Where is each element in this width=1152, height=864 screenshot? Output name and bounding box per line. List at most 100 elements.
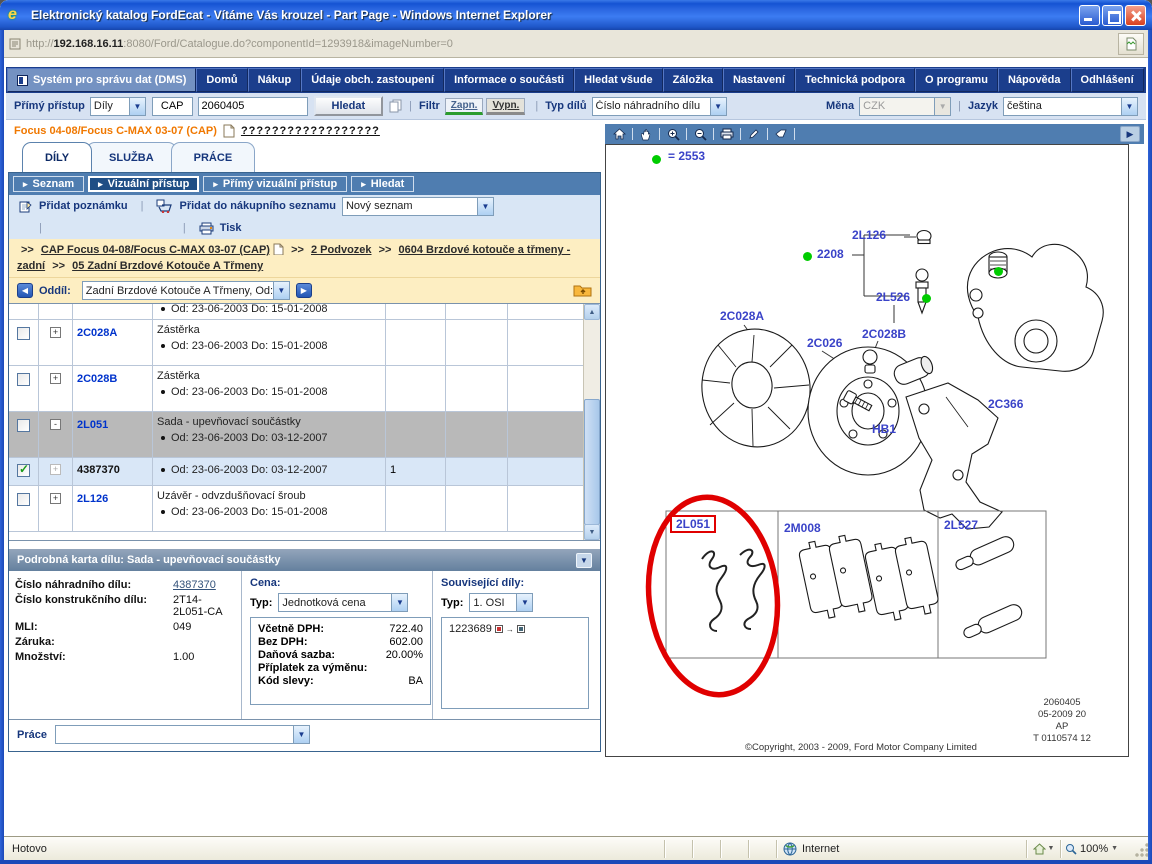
table-row-2c028a[interactable]: + 2C028A ZástěrkaOd: 23-06-2003 Do: 15-0… bbox=[9, 320, 583, 366]
document-icon[interactable] bbox=[273, 243, 284, 255]
expand-toggle[interactable]: + bbox=[50, 373, 61, 384]
row-checkbox[interactable] bbox=[17, 373, 30, 386]
table-row-2c028b[interactable]: + 2C028B ZástěrkaOd: 23-06-2003 Do: 15-0… bbox=[9, 366, 583, 412]
shopping-list-select[interactable]: Nový seznam▼ bbox=[342, 197, 494, 216]
diagram-label-2c028b[interactable]: 2C028B bbox=[862, 327, 906, 341]
menu-part-info[interactable]: Informace o součásti bbox=[444, 68, 574, 92]
breadcrumb-vehicle-link[interactable]: CAP Focus 04-08/Focus C-MAX 03-07 (CAP) bbox=[41, 244, 270, 256]
next-section-button[interactable]: ▶ bbox=[296, 283, 312, 298]
previous-section-button[interactable]: ◀ bbox=[17, 283, 33, 298]
breadcrumb-chassis-link[interactable]: 2 Podvozek bbox=[311, 244, 372, 256]
document-icon[interactable] bbox=[223, 124, 235, 138]
filter-off-button[interactable]: Vypn. bbox=[486, 98, 525, 115]
print-icon[interactable] bbox=[717, 126, 737, 142]
table-row-2l051-selected[interactable]: - 2L051 Sada - upevňovací součástkyOd: 2… bbox=[9, 412, 583, 458]
table-scrollbar[interactable]: ▲ ▼ bbox=[583, 304, 600, 540]
table-row-2l126[interactable]: + 2L126 Uzávěr - odvzdušňovací šroubOd: … bbox=[9, 486, 583, 532]
diagram-label-hb1[interactable]: HB1 bbox=[872, 422, 896, 436]
box-label-2l051-highlighted[interactable]: 2L051 bbox=[670, 515, 716, 533]
row-checkbox-checked[interactable] bbox=[17, 464, 30, 477]
diagram-label-2l526[interactable]: 2L526 bbox=[876, 290, 910, 304]
tab-sluzba[interactable]: SLUŽBA bbox=[86, 142, 177, 172]
tab-dily[interactable]: DÍLY bbox=[22, 142, 92, 172]
part-number-link[interactable]: 4387370 bbox=[173, 579, 216, 591]
detail-card-title: Podrobná karta dílu: Sada - upevňovací s… bbox=[17, 554, 280, 566]
subnav-seznam[interactable]: Seznam bbox=[13, 176, 84, 192]
filter-on-button[interactable]: Zapn. bbox=[445, 98, 484, 115]
add-to-shopping-list-link[interactable]: Přidat do nákupního seznamu bbox=[179, 200, 335, 212]
menu-logout[interactable]: Odhlášení bbox=[1071, 68, 1144, 92]
collapse-detail-button[interactable]: ▼ bbox=[576, 553, 592, 568]
menu-purchase[interactable]: Nákup bbox=[248, 68, 302, 92]
diagram-label-2c026[interactable]: 2C026 bbox=[807, 336, 842, 350]
copy-icon[interactable] bbox=[389, 99, 402, 113]
price-type-select[interactable]: Jednotková cena▼ bbox=[278, 593, 408, 612]
language-select[interactable]: čeština▼ bbox=[1003, 97, 1138, 116]
part-code-link[interactable]: 2C028B bbox=[77, 373, 117, 385]
collapse-toggle[interactable]: - bbox=[50, 419, 61, 430]
diagram-label-2208[interactable]: 2208 bbox=[817, 247, 844, 261]
home-icon[interactable] bbox=[609, 126, 629, 142]
zoom-out-icon[interactable] bbox=[690, 126, 710, 142]
breadcrumb-section-link[interactable]: 05 Zadní Brzdové Kotouče A Třmeny bbox=[72, 260, 263, 272]
zoom-in-icon[interactable] bbox=[663, 126, 683, 142]
subnav-primy-vizualni-pristup[interactable]: Přímý vizuální přístup bbox=[203, 176, 347, 192]
folder-up-icon[interactable] bbox=[573, 282, 592, 300]
menu-help[interactable]: Nápověda bbox=[998, 68, 1071, 92]
close-button[interactable] bbox=[1125, 5, 1146, 26]
print-link[interactable]: Tisk bbox=[220, 222, 242, 234]
diagram-label-2c366[interactable]: 2C366 bbox=[988, 397, 1023, 411]
menu-home[interactable]: Domů bbox=[196, 68, 247, 92]
eraser-icon[interactable] bbox=[771, 126, 791, 142]
diagram-label-2l126[interactable]: 2L126 bbox=[852, 228, 886, 242]
refresh-page-button[interactable] bbox=[1118, 33, 1144, 55]
part-code-input[interactable] bbox=[198, 97, 308, 116]
subnav-hledat[interactable]: Hledat bbox=[351, 176, 414, 192]
part-code-link[interactable]: 2L126 bbox=[77, 493, 108, 505]
table-row-4387370-checked[interactable]: + 4387370 Od: 23-06-2003 Do: 03-12-2007 … bbox=[9, 458, 583, 486]
menu-search-all[interactable]: Hledat všude bbox=[574, 68, 662, 92]
scroll-up-button[interactable]: ▲ bbox=[584, 304, 600, 320]
url-field[interactable]: http://192.168.16.11:8080/Ford/Catalogue… bbox=[22, 34, 1114, 54]
part-type-select[interactable]: Číslo náhradního dílu▼ bbox=[592, 97, 727, 116]
related-part-item[interactable]: 1223689 → bbox=[449, 623, 581, 635]
minimize-button[interactable] bbox=[1079, 5, 1100, 26]
vehicle-question-link[interactable]: ?????????????????? bbox=[241, 125, 380, 137]
pen-icon[interactable] bbox=[744, 126, 764, 142]
subnav-vizualni-pristup[interactable]: Vizuální přístup bbox=[88, 176, 199, 192]
expand-toggle[interactable]: + bbox=[50, 493, 61, 504]
pan-hand-icon[interactable] bbox=[636, 126, 656, 142]
part-code-link[interactable]: 2L051 bbox=[77, 419, 108, 431]
row-checkbox[interactable] bbox=[17, 327, 30, 340]
table-row-partial[interactable]: Od: 23-06-2003 Do: 15-01-2008 bbox=[9, 304, 583, 320]
tab-prace[interactable]: PRÁCE bbox=[171, 142, 256, 172]
menu-dealer-data[interactable]: Údaje obch. zastoupení bbox=[301, 68, 444, 92]
scroll-down-button[interactable]: ▼ bbox=[584, 524, 600, 540]
chevron-down-icon: ▼ bbox=[293, 726, 309, 743]
part-code-link[interactable]: 2C028A bbox=[77, 327, 117, 339]
related-type-select[interactable]: 1. OSI▼ bbox=[469, 593, 533, 612]
row-checkbox[interactable] bbox=[17, 419, 30, 432]
menu-bookmark[interactable]: Záložka bbox=[663, 68, 723, 92]
expand-toggle[interactable]: + bbox=[50, 327, 61, 338]
menu-settings[interactable]: Nastavení bbox=[723, 68, 795, 92]
section-select[interactable]: Zadní Brzdové Kotouče A Třmeny, Od: 23-0… bbox=[82, 281, 290, 300]
work-select[interactable]: ▼ bbox=[55, 725, 310, 744]
maximize-button[interactable] bbox=[1102, 5, 1123, 26]
menu-tech-support[interactable]: Technická podpora bbox=[795, 68, 915, 92]
zoom-control[interactable]: 100% ▼ bbox=[1060, 840, 1134, 858]
expand-panel-button[interactable]: ▶ bbox=[1120, 126, 1140, 142]
row-checkbox[interactable] bbox=[17, 493, 30, 506]
menu-dms[interactable]: Systém pro správu dat (DMS) bbox=[7, 68, 196, 92]
menu-about[interactable]: O programu bbox=[915, 68, 998, 92]
protected-mode-button[interactable]: ▼ bbox=[1026, 840, 1060, 858]
scrollbar-thumb[interactable] bbox=[584, 399, 600, 525]
box-label-2l527[interactable]: 2L527 bbox=[944, 518, 978, 532]
add-note-link[interactable]: Přidat poznámku bbox=[39, 200, 128, 212]
diagram-label-2c028a[interactable]: 2C028A bbox=[720, 309, 764, 323]
part-number[interactable]: 4387370 bbox=[77, 464, 120, 476]
direct-access-select[interactable]: Díly▼ bbox=[90, 97, 146, 116]
search-button[interactable]: Hledat bbox=[314, 96, 384, 116]
box-label-2m008[interactable]: 2M008 bbox=[784, 521, 821, 535]
resize-grip[interactable] bbox=[1134, 840, 1148, 858]
